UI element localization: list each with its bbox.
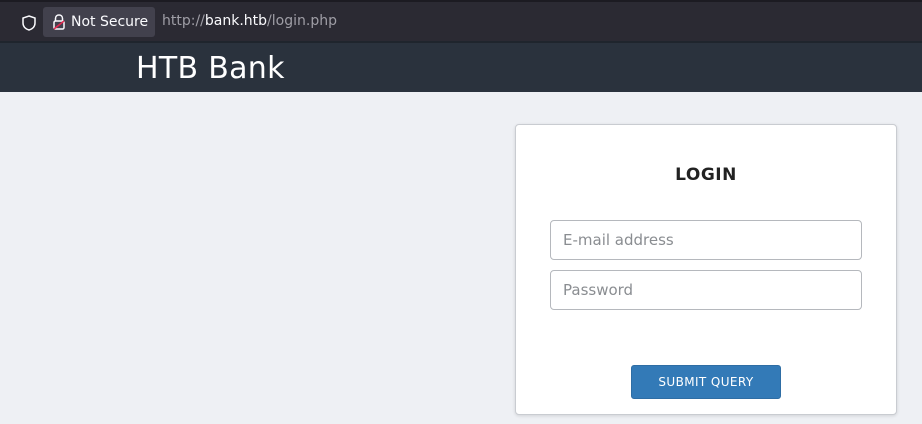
email-field[interactable] [550, 220, 862, 260]
url-path: /login.php [267, 13, 337, 29]
password-field[interactable] [550, 270, 862, 310]
security-badge[interactable]: Not Secure [43, 7, 155, 37]
site-navbar: HTB Bank [0, 41, 922, 92]
login-panel: LOGIN SUBMIT QUERY [515, 124, 897, 415]
login-title: LOGIN [675, 165, 737, 185]
site-brand[interactable]: HTB Bank [136, 51, 285, 86]
submit-button[interactable]: SUBMIT QUERY [631, 365, 781, 399]
url-scheme: http:// [162, 13, 205, 29]
browser-url-bar: Not Secure http://bank.htb/login.php [0, 0, 922, 41]
lock-icon [51, 13, 67, 31]
security-label: Not Secure [71, 14, 149, 30]
url-host: bank.htb [204, 13, 268, 29]
shield-icon[interactable] [18, 13, 40, 33]
address-field[interactable]: http://bank.htb/login.php [162, 13, 337, 29]
